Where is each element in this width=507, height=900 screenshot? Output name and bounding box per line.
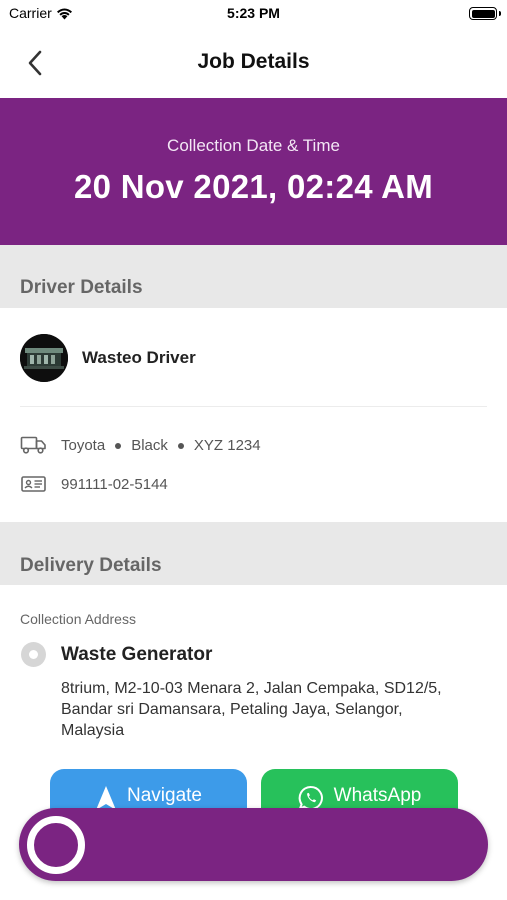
slider-handle[interactable] — [27, 816, 85, 874]
divider — [20, 406, 487, 407]
collection-address: 8trium, M2-10-03 Menara 2, Jalan Cempaka… — [61, 680, 442, 739]
delivery-details-heading: Delivery Details — [20, 555, 162, 576]
swipe-slider[interactable] — [19, 808, 488, 881]
vehicle-info-row: Toyota Black XYZ 1234 — [20, 433, 490, 457]
driver-details-heading: Driver Details — [20, 277, 143, 298]
truck-icon — [20, 436, 46, 454]
vehicle-details: Toyota Black XYZ 1234 — [61, 437, 261, 454]
id-card-icon — [21, 476, 46, 492]
collection-address-label: Collection Address — [20, 611, 136, 627]
waste-generator-name: Waste Generator — [61, 643, 213, 665]
location-pin-icon — [21, 642, 46, 667]
driver-id-number: 991111-02-5144 — [61, 475, 168, 493]
driver-details-header: Driver Details — [0, 245, 507, 308]
separator-dot — [115, 442, 122, 449]
waste-generator-row: Waste Generator — [20, 641, 212, 668]
vehicle-plate: XYZ 1234 — [193, 436, 261, 454]
collection-datetime-banner: Collection Date & Time 20 Nov 2021, 02:2… — [0, 98, 507, 245]
driver-name: Wasteo Driver — [82, 348, 196, 367]
status-time: 5:23 PM — [227, 5, 280, 21]
navigation-bar: Job Details — [0, 30, 507, 98]
vehicle-make: Toyota — [61, 436, 106, 454]
collection-datetime-value: 20 Nov 2021, 02:24 AM — [73, 168, 434, 205]
battery-icon — [469, 7, 501, 20]
collection-datetime-label: Collection Date & Time — [167, 136, 340, 155]
separator-dot — [177, 442, 184, 449]
id-info-row: 991111-02-5144 — [20, 472, 490, 496]
delivery-details-header: Delivery Details — [0, 522, 507, 585]
avatar — [20, 334, 68, 382]
driver-profile: Wasteo Driver — [20, 332, 490, 384]
status-bar: Carrier 5:23 PM — [0, 0, 507, 30]
page-title: Job Details — [197, 50, 310, 73]
vehicle-color: Black — [131, 436, 168, 454]
